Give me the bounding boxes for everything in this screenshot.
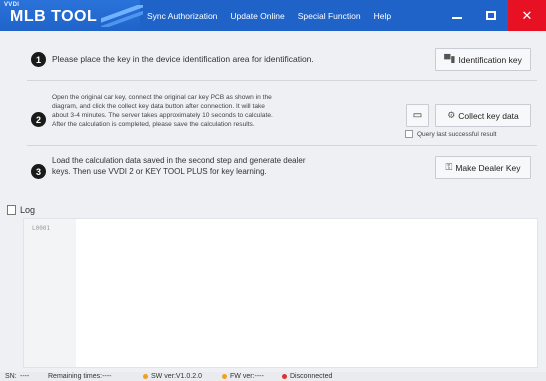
window-controls: ✕: [440, 0, 546, 31]
save-icon: ▭: [412, 110, 423, 121]
logo-main-text: MLB TOOL: [10, 8, 98, 25]
log-area[interactable]: L0001: [23, 218, 538, 368]
remaining-times: Remaining times:----: [48, 373, 112, 380]
close-button[interactable]: ✕: [508, 0, 546, 31]
menu-item-sync-authorization[interactable]: Sync Authorization: [147, 11, 217, 21]
fw-version: FW ver:----: [222, 372, 264, 381]
step-1-text: Please place the key in the device ident…: [52, 54, 314, 64]
sn-value: ----: [20, 373, 30, 380]
maximize-button[interactable]: [474, 0, 508, 31]
divider: [27, 80, 537, 81]
divider: [27, 145, 537, 146]
fw-version-text: FW ver:----: [230, 373, 264, 380]
title-bar: VVDI MLB TOOL Sync Authorization Update …: [0, 0, 546, 31]
maximize-icon: [486, 11, 496, 20]
collect-key-data-button[interactable]: ⚙ Collect key data: [435, 104, 531, 127]
app-logo: VVDI MLB TOOL: [0, 0, 143, 31]
checkbox-box[interactable]: [405, 130, 413, 138]
minimize-button[interactable]: [440, 0, 474, 31]
sw-status-icon: [143, 373, 148, 379]
query-last-result-label: Query last successful result: [417, 130, 497, 138]
step-3-text: Load the calculation data saved in the s…: [52, 155, 306, 177]
step-3-text-line: keys. Then use VVDI 2 or KEY TOOL PLUS f…: [52, 167, 267, 176]
collect-key-data-label: Collect key data: [458, 110, 519, 121]
query-last-result-checkbox[interactable]: Query last successful result: [405, 130, 496, 138]
log-line-number: L0001: [32, 225, 51, 232]
sn-label: SN:: [5, 373, 17, 380]
collect-icon: ⚙: [447, 110, 456, 120]
log-title: Log: [20, 205, 36, 215]
step-2-text-line: Open the original car key, connect the o…: [52, 94, 272, 101]
log-gutter: L0001: [24, 219, 76, 367]
save-button[interactable]: ▭: [406, 104, 429, 127]
connection-text: Disconnected: [290, 373, 333, 380]
step-1-number: 1: [31, 52, 46, 67]
menu-bar: Sync Authorization Update Online Special…: [147, 0, 404, 31]
fw-status-icon: [222, 373, 227, 379]
close-icon: ✕: [521, 7, 533, 23]
identification-key-button[interactable]: ▀▮ Identification key: [435, 48, 531, 71]
sw-version: SW ver:V1.0.2.0: [143, 372, 202, 381]
minimize-icon: [452, 16, 462, 19]
make-dealer-key-button[interactable]: ⚿ Make Dealer Key: [435, 156, 531, 179]
make-key-icon: ⚿: [445, 162, 453, 172]
log-header: Log: [7, 205, 35, 215]
log-icon: [7, 205, 16, 215]
step-2-number: 2: [31, 112, 46, 127]
step-3-text-line: Load the calculation data saved in the s…: [52, 156, 306, 165]
identification-key-label: Identification key: [458, 54, 522, 65]
logo-stripe-decoration: [101, 5, 143, 27]
step-2-text: Open the original car key, connect the o…: [52, 93, 273, 129]
step-2-text-line: diagram, and click the collect key data …: [52, 103, 265, 110]
menu-item-special-function[interactable]: Special Function: [298, 11, 361, 21]
disconnected-icon: [282, 373, 287, 379]
key-card-icon: ▀▮: [444, 54, 456, 64]
status-bar: SN: ---- Remaining times:---- SW ver:V1.…: [0, 372, 546, 381]
menu-item-update-online[interactable]: Update Online: [230, 11, 284, 21]
make-dealer-key-label: Make Dealer Key: [455, 162, 521, 173]
sw-version-text: SW ver:V1.0.2.0: [151, 373, 202, 380]
step-2-text-line: about 3-4 minutes. The server takes appr…: [52, 112, 273, 119]
step-2-text-line: After the calculation is completed, plea…: [52, 121, 255, 128]
connection-status: Disconnected: [282, 372, 332, 381]
step-3-number: 3: [31, 164, 46, 179]
menu-item-help[interactable]: Help: [374, 11, 391, 21]
